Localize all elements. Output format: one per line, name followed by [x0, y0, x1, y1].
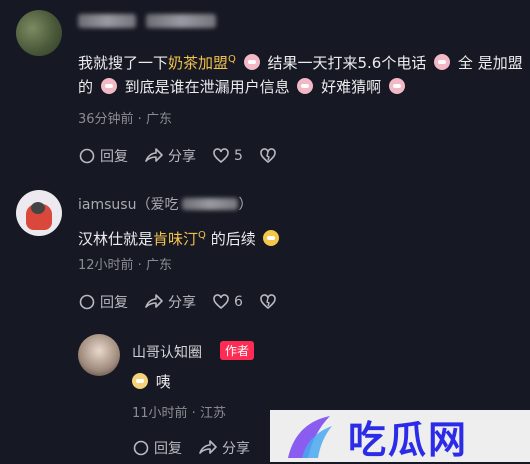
- username-blurred: [182, 198, 239, 210]
- share-button[interactable]: 分享: [198, 438, 250, 458]
- share-label: 分享: [222, 441, 250, 457]
- dislike-button[interactable]: [259, 293, 281, 311]
- username-suffix: （爱吃: [136, 197, 179, 213]
- text-segment: 咦: [155, 373, 171, 391]
- username[interactable]: iamsusu（爱吃 ）: [78, 194, 252, 214]
- heart-icon: [213, 294, 229, 310]
- comment-actions: 回复 分享: [132, 438, 266, 458]
- text-segment: 结果一天打来5.6个电话: [267, 54, 427, 72]
- share-icon: [145, 148, 163, 162]
- avatar[interactable]: [16, 10, 62, 56]
- emoji-icon: [297, 78, 314, 94]
- comment-actions: 回复 分享 5: [78, 146, 297, 166]
- search-link[interactable]: 肯味汀: [153, 230, 198, 248]
- emoji-icon: [243, 54, 260, 70]
- text-segment: 到底是谁在泄漏用户信息: [124, 78, 290, 96]
- watermark-text: 吃瓜网: [348, 417, 469, 462]
- emoji-icon: [434, 54, 451, 70]
- username-blurred[interactable]: [78, 14, 136, 28]
- like-count: 6: [234, 294, 243, 310]
- emoji-icon: [263, 230, 280, 246]
- emoji-icon: [100, 78, 117, 94]
- comment-text: 我就搜了一下奶茶加盟Q 结果一天打来5.6个电话 全 是加盟的 到底是谁在泄漏用…: [78, 48, 523, 99]
- like-button[interactable]: 5: [212, 147, 243, 165]
- username[interactable]: 山哥认知圈: [132, 342, 202, 362]
- dislike-icon: [260, 148, 276, 164]
- text-segment: 我就搜了一下: [78, 54, 169, 72]
- dislike-button[interactable]: [259, 147, 281, 165]
- text-segment: 的后续: [210, 230, 256, 248]
- reply-icon: [79, 148, 95, 164]
- reply-button[interactable]: 回复: [78, 146, 128, 166]
- reply-label: 回复: [100, 149, 128, 165]
- share-icon: [199, 440, 217, 454]
- watermark: 吃瓜网: [270, 410, 530, 462]
- comment-meta: 11小时前 · 江苏: [132, 406, 226, 421]
- search-link[interactable]: 奶茶加盟: [168, 54, 228, 72]
- dislike-icon: [260, 294, 276, 310]
- emoji-icon: [388, 78, 405, 94]
- comment-actions: 回复 分享 6: [78, 292, 297, 312]
- reply-button[interactable]: 回复: [78, 292, 128, 312]
- watermark-logo-icon: [288, 416, 332, 458]
- avatar[interactable]: [78, 334, 120, 376]
- reply-icon: [79, 294, 95, 310]
- heart-icon: [213, 148, 229, 164]
- reply-label: 回复: [154, 441, 182, 457]
- like-count: 5: [234, 148, 243, 164]
- emoji-icon: [132, 373, 148, 389]
- username-blurred-2[interactable]: [146, 14, 216, 28]
- text-segment: 全: [457, 54, 473, 72]
- comment-text: 汉林仕就是肯味汀Q 的后续: [78, 224, 282, 251]
- reply-icon: [133, 440, 149, 456]
- share-button[interactable]: 分享: [144, 292, 196, 312]
- reply-button[interactable]: 回复: [132, 438, 182, 458]
- like-button[interactable]: 6: [212, 293, 243, 311]
- text-segment: 汉林仕就是: [78, 230, 154, 248]
- comment-text: 咦: [132, 370, 171, 394]
- share-button[interactable]: 分享: [144, 146, 196, 166]
- author-badge: 作者: [220, 341, 255, 360]
- share-label: 分享: [168, 149, 196, 165]
- share-label: 分享: [168, 295, 196, 311]
- avatar[interactable]: [16, 190, 62, 236]
- username-end: ）: [238, 197, 253, 213]
- search-marker-icon: Q: [228, 54, 236, 65]
- share-icon: [145, 294, 163, 308]
- reply-label: 回复: [100, 295, 128, 311]
- comment-meta: 36分钟前 · 广东: [78, 112, 172, 127]
- username-text: iamsusu: [78, 197, 137, 213]
- comment-meta: 12小时前 · 广东: [78, 258, 172, 273]
- text-segment: 好难猜啊: [321, 78, 382, 96]
- search-marker-icon: Q: [198, 230, 206, 241]
